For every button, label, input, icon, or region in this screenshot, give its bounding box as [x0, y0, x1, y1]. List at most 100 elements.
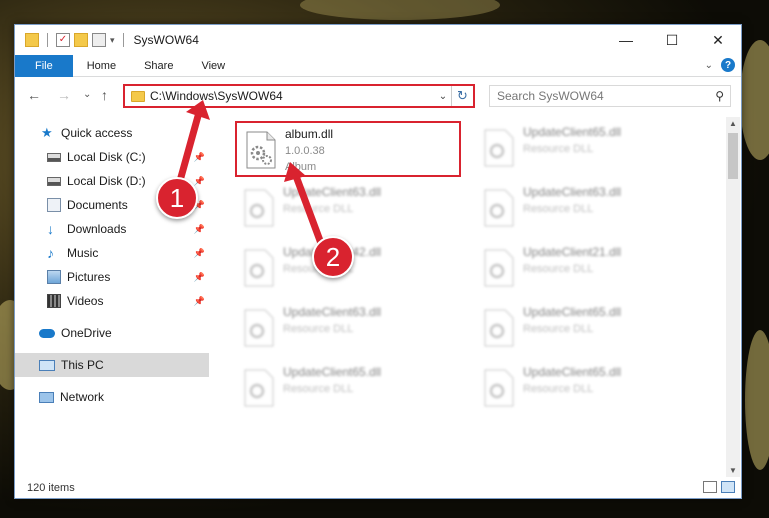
file-list: album.dll 1.0.0.38 Album UpdateClient65.…	[225, 117, 725, 477]
pictures-icon	[47, 270, 61, 284]
file-description: Resource DLL	[523, 383, 594, 395]
sidebar-item-label: Documents	[67, 198, 128, 212]
recent-locations-button[interactable]: ⌄	[83, 89, 91, 100]
sidebar-item-label: Music	[67, 246, 99, 260]
sidebar-item-pictures[interactable]: Pictures 📌	[15, 265, 209, 289]
chevron-down-icon[interactable]: ⌄	[435, 91, 451, 102]
file-name: UpdateClient21.dll	[523, 245, 622, 259]
file-description: Resource DLL	[283, 203, 354, 215]
sidebar-item-videos[interactable]: Videos 📌	[15, 289, 209, 313]
music-icon: ♪	[47, 245, 54, 261]
file-name: UpdateClient63.dll	[523, 185, 622, 199]
scrollbar-thumb[interactable]	[728, 133, 738, 179]
file-description: Resource DLL	[523, 203, 594, 215]
dll-file-icon	[244, 369, 274, 407]
sidebar-item-local-disk-c[interactable]: Local Disk (C:) 📌	[15, 145, 209, 169]
sidebar-item-label: Pictures	[67, 270, 111, 284]
dll-file-icon	[244, 309, 274, 347]
file-description: Resource DLL	[523, 143, 594, 155]
up-button[interactable]: ↑	[101, 87, 108, 103]
search-placeholder: Search SysWOW64	[497, 89, 604, 103]
file-tile[interactable]: UpdateClient65.dll Resource DLL	[475, 121, 701, 177]
sidebar-item-label: This PC	[61, 358, 104, 372]
address-bar[interactable]: C:\Windows\SysWOW64 ⌄ ↻	[123, 84, 475, 108]
forward-button[interactable]: →	[57, 87, 71, 103]
tab-home[interactable]: Home	[73, 55, 130, 77]
expand-ribbon-icon[interactable]: ⌄	[705, 60, 713, 71]
sidebar-item-onedrive[interactable]: OneDrive	[15, 321, 209, 345]
sidebar-item-label: Network	[60, 390, 105, 404]
scroll-down-icon[interactable]: ▼	[726, 466, 740, 475]
sidebar-item-quick-access[interactable]: ★ Quick access	[15, 121, 209, 145]
customize-toolbar-icon[interactable]	[92, 33, 106, 47]
file-description: Album	[285, 161, 317, 173]
large-icons-view-icon[interactable]	[721, 481, 735, 493]
file-tile[interactable]: UpdateClient63.dll Resource DLL	[475, 181, 701, 237]
file-name: UpdateClient65.dll	[523, 305, 622, 319]
pin-icon[interactable]: 📌	[194, 248, 205, 259]
vertical-scrollbar[interactable]: ▲ ▼	[726, 117, 740, 477]
properties-icon[interactable]: ✓	[56, 33, 70, 47]
tab-view[interactable]: View	[187, 55, 239, 77]
sidebar-item-downloads[interactable]: ↓ Downloads 📌	[15, 217, 209, 241]
drive-icon	[47, 152, 61, 162]
maximize-button[interactable]: ☐	[649, 25, 695, 55]
dll-file-icon	[244, 249, 274, 287]
file-name: UpdateClient63.dll	[283, 185, 382, 199]
sidebar-item-network[interactable]: Network	[15, 385, 209, 409]
folder-icon[interactable]	[25, 33, 39, 47]
file-tile-album-dll[interactable]: album.dll 1.0.0.38 Album	[235, 121, 461, 177]
help-icon[interactable]: ?	[721, 58, 735, 72]
pin-icon[interactable]: 📌	[194, 152, 205, 163]
title-bar: ✓ ▾ SysWOW64 — ☐ ✕	[15, 25, 741, 55]
file-tile[interactable]: UpdateClient63.dll Resource DLL	[235, 301, 461, 357]
file-name: UpdateClient65.dll	[283, 365, 382, 379]
scroll-up-icon[interactable]: ▲	[726, 119, 740, 128]
videos-icon	[47, 294, 61, 308]
details-view-icon[interactable]	[703, 481, 717, 493]
sidebar-item-label: Quick access	[61, 126, 133, 140]
chevron-down-icon[interactable]: ▾	[110, 35, 115, 46]
dll-file-icon	[484, 369, 514, 407]
tab-share[interactable]: Share	[130, 55, 187, 77]
file-tile[interactable]: UpdateClient65.dll Resource DLL	[235, 361, 461, 417]
file-name: UpdateClient65.dll	[523, 365, 622, 379]
pc-icon	[39, 359, 55, 371]
dll-file-icon	[484, 309, 514, 347]
search-icon[interactable]: ⚲	[715, 89, 724, 103]
close-button[interactable]: ✕	[695, 25, 741, 55]
step-2-badge: 2	[312, 236, 354, 278]
file-tile[interactable]: UpdateClient63.dll Resource DLL	[235, 181, 461, 237]
dll-file-icon	[246, 131, 276, 169]
separator	[122, 33, 124, 47]
search-input[interactable]: Search SysWOW64 ⚲	[489, 85, 731, 107]
ribbon-tabs: File Home Share View ⌄ ?	[15, 54, 741, 77]
address-path[interactable]: C:\Windows\SysWOW64	[150, 89, 435, 103]
drive-icon	[47, 176, 61, 186]
sidebar-item-this-pc[interactable]: This PC	[15, 353, 209, 377]
file-description: Resource DLL	[523, 323, 594, 335]
file-description: Resource DLL	[523, 263, 594, 275]
explorer-window: ✓ ▾ SysWOW64 — ☐ ✕ File Home Share View …	[14, 24, 742, 499]
pin-icon[interactable]: 📌	[194, 176, 205, 187]
network-icon	[39, 391, 54, 403]
file-tile[interactable]: UpdateClient65.dll Resource DLL	[475, 361, 701, 417]
status-bar: 120 items	[15, 478, 741, 498]
file-tile[interactable]: UpdateClient65.dll Resource DLL	[475, 301, 701, 357]
pin-icon[interactable]: 📌	[194, 296, 205, 307]
pin-icon[interactable]: 📌	[194, 224, 205, 235]
window-title: SysWOW64	[133, 33, 199, 47]
pin-icon[interactable]: 📌	[194, 272, 205, 283]
sidebar-item-music[interactable]: ♪ Music 📌	[15, 241, 209, 265]
folder-icon	[131, 90, 145, 102]
step-1-badge: 1	[156, 177, 198, 219]
back-button[interactable]: ←	[27, 87, 41, 103]
minimize-button[interactable]: —	[603, 25, 649, 55]
sidebar-item-label: Downloads	[67, 222, 127, 236]
new-folder-icon[interactable]	[74, 33, 88, 47]
refresh-icon[interactable]: ↻	[451, 86, 473, 106]
file-tile[interactable]: UpdateClient21.dll Resource DLL	[475, 241, 701, 297]
dll-file-icon	[484, 129, 514, 167]
tab-file[interactable]: File	[15, 54, 73, 77]
sidebar-item-label: OneDrive	[61, 326, 112, 340]
